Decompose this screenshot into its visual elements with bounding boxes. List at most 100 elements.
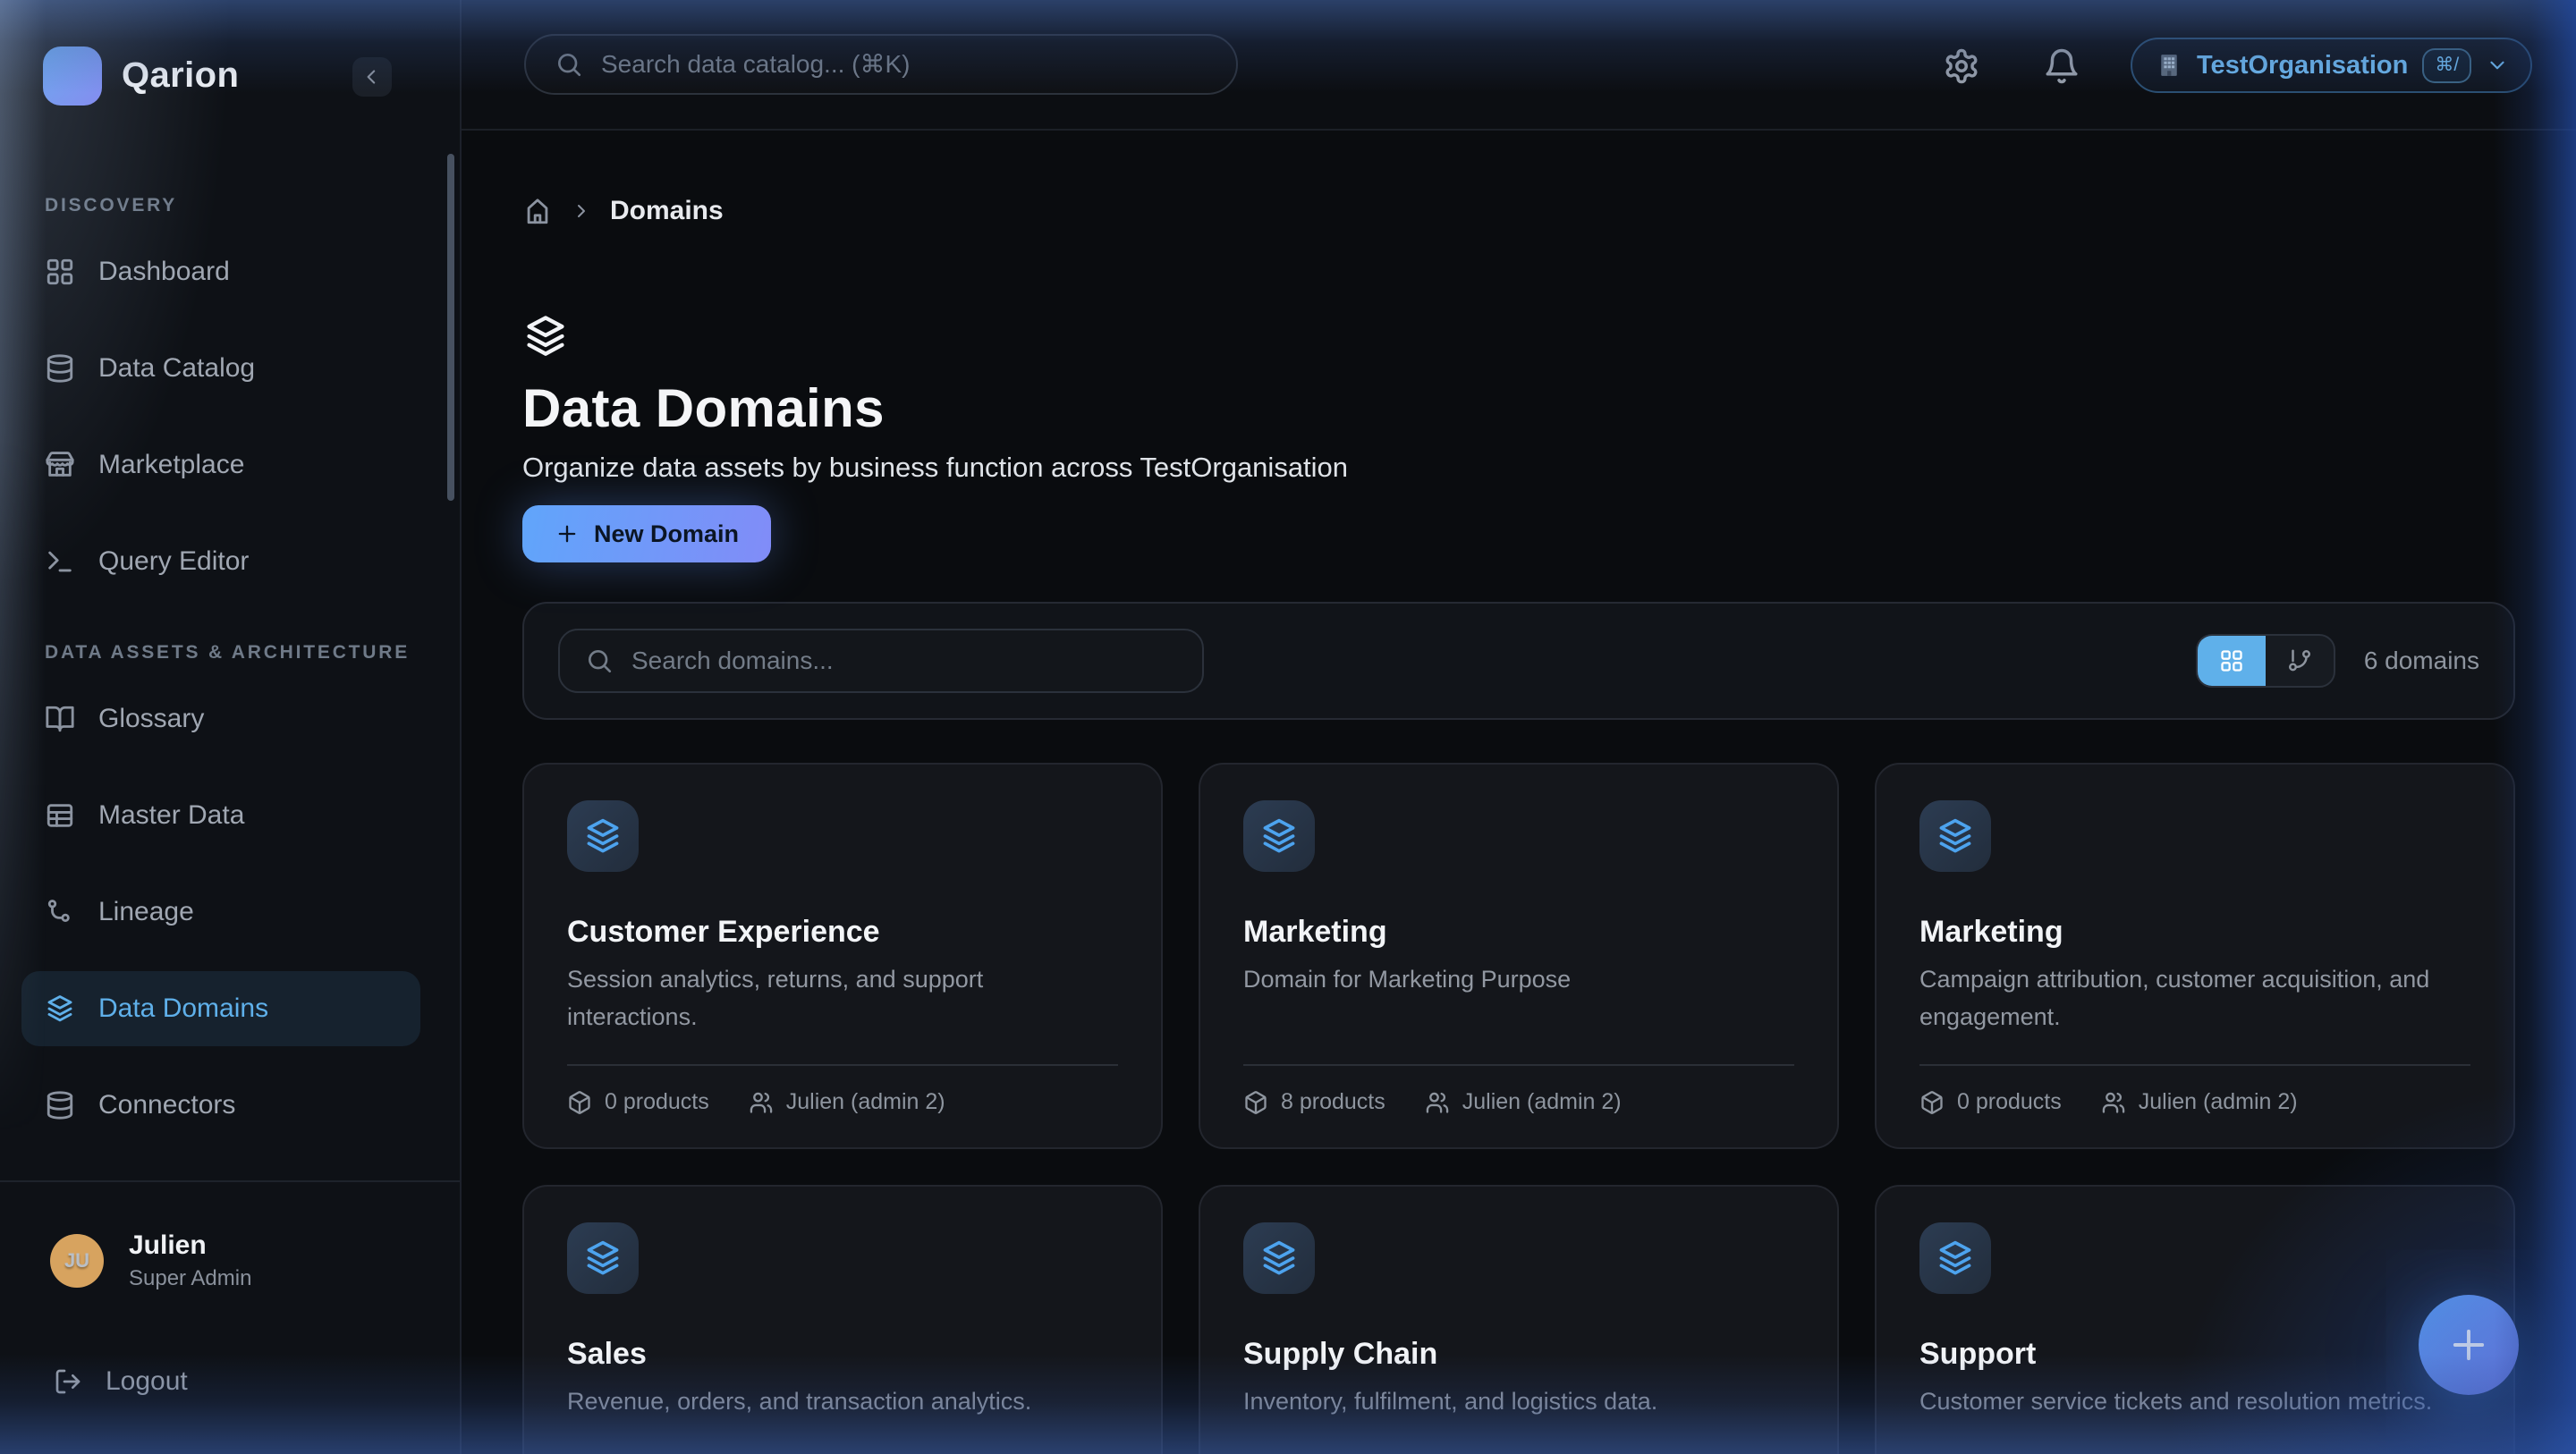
logout-button[interactable]: Logout — [54, 1366, 188, 1397]
building-icon — [2156, 52, 2182, 79]
sidebar-item-dashboard[interactable]: Dashboard — [21, 234, 420, 309]
database-icon — [45, 353, 75, 384]
breadcrumb-current: Domains — [610, 196, 724, 226]
users-icon — [1425, 1090, 1450, 1115]
new-domain-label: New Domain — [594, 520, 739, 548]
card-footer: 0 products Julien (admin 2) — [1919, 1036, 2470, 1115]
domain-name: Marketing — [1243, 915, 1794, 950]
sidebar-item-label: Master Data — [98, 800, 244, 831]
domain-card[interactable]: Customer Experience Session analytics, r… — [522, 763, 1163, 1149]
tree-view-button[interactable] — [2266, 636, 2334, 686]
package-icon — [1919, 1090, 1945, 1115]
sidebar-item-label: Connectors — [98, 1090, 235, 1120]
sidebar-item-connectors[interactable]: Connectors — [21, 1068, 420, 1143]
card-divider — [1243, 1064, 1794, 1066]
sidebar-divider — [0, 1180, 460, 1182]
sidebar-item-label: Query Editor — [98, 546, 249, 577]
search-icon — [555, 50, 583, 79]
sidebar-item-query-editor[interactable]: Query Editor — [21, 524, 420, 599]
fab-add-domain-button[interactable] — [2419, 1295, 2519, 1395]
domain-owner: Julien (admin 2) — [1462, 1089, 1622, 1115]
sidebar-section-label: DATA ASSETS & ARCHITECTURE — [45, 642, 460, 664]
sidebar-item-label: Glossary — [98, 704, 204, 734]
sidebar-item-data-domains[interactable]: Data Domains — [21, 971, 420, 1046]
domain-description: Revenue, orders, and transaction analyti… — [567, 1382, 1118, 1420]
domain-products: 0 products — [605, 1089, 709, 1115]
domain-description: Session analytics, returns, and support … — [567, 960, 1118, 1036]
domain-owner: Julien (admin 2) — [786, 1089, 945, 1115]
sidebar-item-label: Data Catalog — [98, 353, 255, 384]
store-icon — [45, 450, 75, 480]
org-shortcut-badge: ⌘/ — [2422, 48, 2471, 83]
new-domain-button[interactable]: New Domain — [522, 505, 771, 562]
domain-products: 0 products — [1957, 1089, 2062, 1115]
domain-layers-icon — [1243, 800, 1315, 872]
database-icon — [45, 1090, 75, 1120]
grid-view-icon — [2219, 648, 2244, 673]
user-name: Julien — [129, 1230, 207, 1261]
domain-card[interactable]: Support Customer service tickets and res… — [1875, 1185, 2515, 1454]
sidebar-item-label: Dashboard — [98, 257, 230, 287]
domain-description: Campaign attribution, customer acquisiti… — [1919, 960, 2470, 1036]
terminal-icon — [45, 546, 75, 577]
card-footer: 8 products Julien (admin 2) — [1243, 1036, 1794, 1115]
logout-icon — [54, 1367, 82, 1396]
avatar: JU — [50, 1234, 104, 1288]
chevron-left-icon — [360, 65, 384, 89]
domain-count: 6 domains — [2364, 647, 2479, 675]
app-root: Qarion DISCOVERY Dashboard Data Catalog … — [0, 0, 2576, 1454]
package-icon — [1243, 1090, 1268, 1115]
sidebar: Qarion DISCOVERY Dashboard Data Catalog … — [0, 0, 462, 1454]
app-name: Qarion — [122, 55, 239, 96]
user-profile[interactable]: JU Julien Super Admin — [0, 1234, 460, 1341]
domain-name: Marketing — [1919, 915, 2470, 950]
global-search[interactable] — [524, 34, 1238, 95]
domain-card[interactable]: Marketing Domain for Marketing Purpose 8… — [1199, 763, 1839, 1149]
sidebar-item-label: Data Domains — [98, 993, 268, 1024]
domain-layers-icon — [1919, 1222, 1991, 1294]
logout-label: Logout — [106, 1366, 188, 1397]
home-icon[interactable] — [522, 196, 553, 226]
notifications-button[interactable] — [2043, 46, 2082, 86]
domain-search[interactable] — [558, 629, 1204, 693]
domain-card[interactable]: Sales Revenue, orders, and transaction a… — [522, 1185, 1163, 1454]
dashboard-icon — [45, 257, 75, 287]
sidebar-scrollbar-thumb[interactable] — [447, 154, 454, 501]
card-footer: 0 products Julien (admin 2) — [567, 1036, 1118, 1115]
domain-description: Customer service tickets and resolution … — [1919, 1382, 2470, 1420]
user-role: Super Admin — [129, 1266, 251, 1291]
domain-card[interactable]: Supply Chain Inventory, fulfilment, and … — [1199, 1185, 1839, 1454]
sidebar-item-glossary[interactable]: Glossary — [21, 681, 420, 757]
sidebar-collapse-button[interactable] — [352, 57, 392, 97]
grid-view-button[interactable] — [2198, 636, 2266, 686]
tree-view-icon — [2286, 647, 2313, 674]
sidebar-item-lineage[interactable]: Lineage — [21, 875, 420, 950]
domain-description: Inventory, fulfilment, and logistics dat… — [1243, 1382, 1794, 1420]
sidebar-item-master-data[interactable]: Master Data — [21, 778, 420, 853]
chevron-right-icon — [571, 200, 592, 222]
view-toggle-group — [2196, 634, 2335, 688]
plus-icon — [2445, 1322, 2492, 1368]
breadcrumb: Domains — [522, 195, 2515, 227]
sidebar-item-marketplace[interactable]: Marketplace — [21, 427, 420, 503]
bell-icon — [2043, 47, 2082, 85]
domain-name: Supply Chain — [1243, 1337, 1794, 1372]
domain-card[interactable]: Marketing Campaign attribution, customer… — [1875, 763, 2515, 1149]
domains-grid: Customer Experience Session analytics, r… — [522, 763, 2515, 1454]
domain-name: Support — [1919, 1337, 2470, 1372]
table-icon — [45, 800, 75, 831]
domain-name: Sales — [567, 1337, 1118, 1372]
domain-layers-icon — [1919, 800, 1991, 872]
settings-button[interactable] — [1943, 46, 1982, 86]
organisation-switcher[interactable]: TestOrganisation ⌘/ — [2131, 38, 2532, 93]
page-header: Data Domains Organize data assets by bus… — [522, 313, 2515, 562]
domain-owner: Julien (admin 2) — [2139, 1089, 2298, 1115]
card-divider — [1919, 1064, 2470, 1066]
sidebar-item-data-catalog[interactable]: Data Catalog — [21, 331, 420, 406]
domain-search-input[interactable] — [631, 647, 1202, 675]
settings-icon — [1943, 47, 1982, 85]
global-search-input[interactable] — [601, 50, 1236, 79]
main-content: Domains Data Domains Organize data asset… — [462, 131, 2576, 1454]
domain-layers-icon — [567, 1222, 639, 1294]
domain-description: Domain for Marketing Purpose — [1243, 960, 1794, 998]
